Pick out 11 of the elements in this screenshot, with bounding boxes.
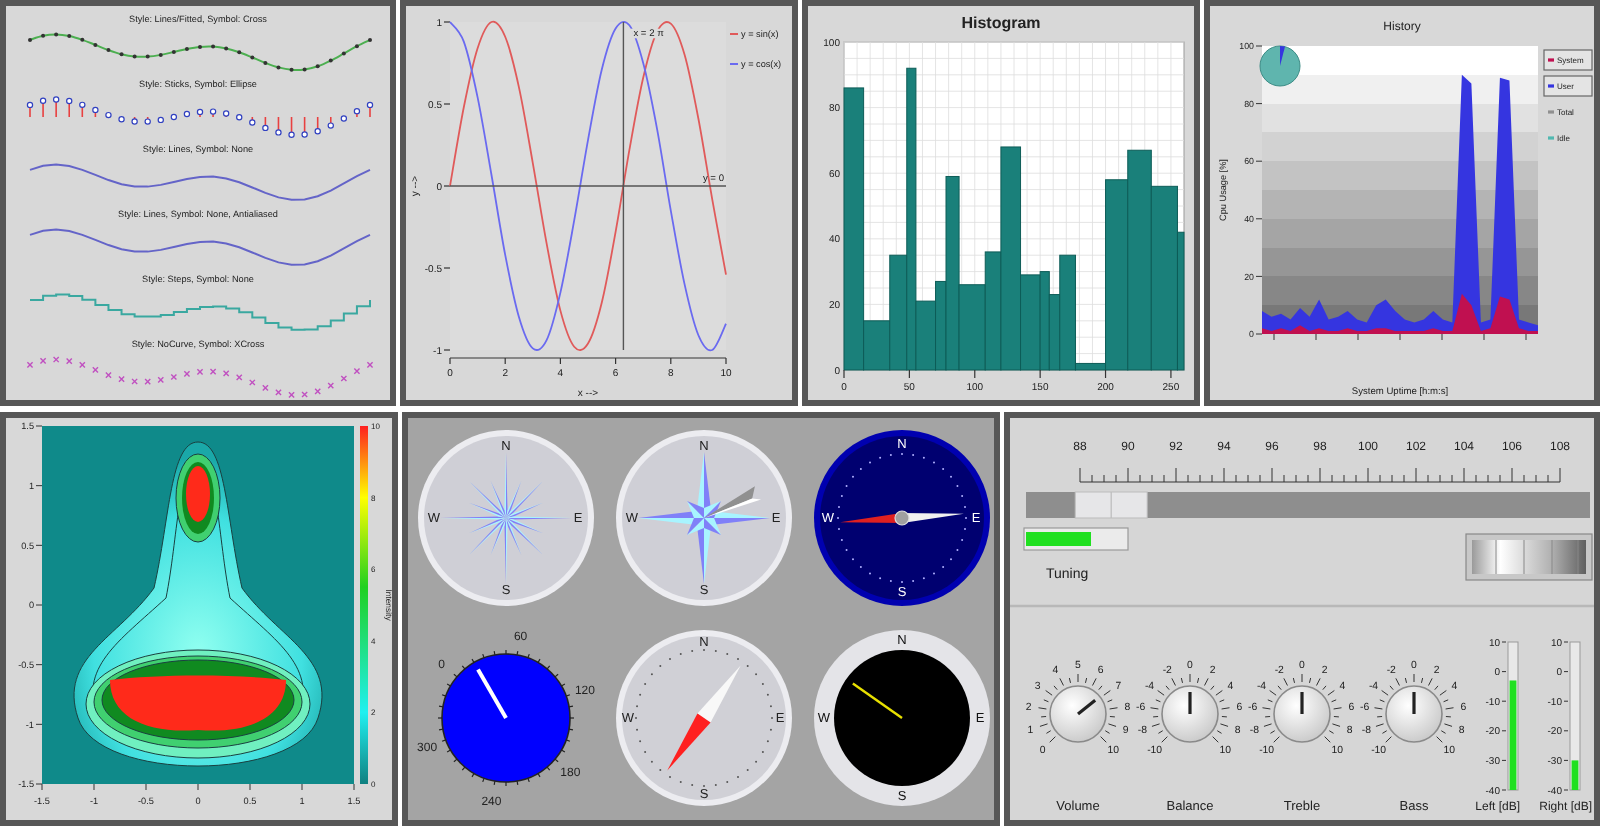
compass-needle xyxy=(704,486,762,518)
knob[interactable] xyxy=(1273,685,1331,743)
tuning-wheel[interactable] xyxy=(1465,533,1593,581)
compass-needle xyxy=(667,665,741,771)
knob[interactable] xyxy=(1161,685,1219,743)
compass-needle xyxy=(840,510,964,526)
chart-title: Histogram xyxy=(961,14,1041,32)
knob[interactable] xyxy=(1385,685,1443,743)
slider-thumb[interactable] xyxy=(1074,491,1148,519)
knob[interactable] xyxy=(1049,685,1107,743)
pie-chart-icon xyxy=(1259,45,1301,87)
